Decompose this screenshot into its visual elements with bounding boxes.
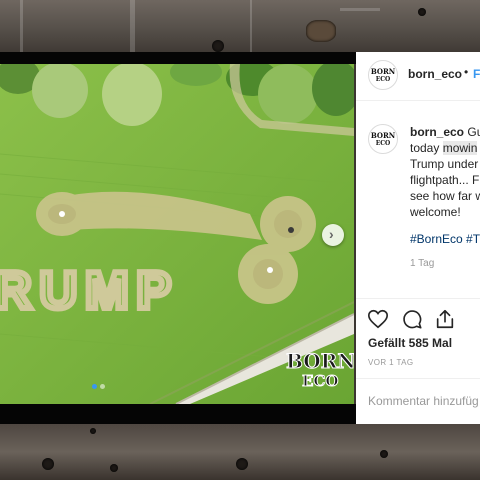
post-caption: born_eco Gu today mowin Trump under flig… [410, 124, 480, 220]
post-timestamp: VOR 1 TAG [368, 358, 414, 367]
background-frame-bottom [0, 424, 480, 480]
caption-line: see how far w [410, 189, 480, 203]
caption-line: mowin [442, 141, 478, 155]
svg-text:BORN: BORN [286, 349, 354, 373]
comment-icon[interactable] [401, 308, 423, 330]
post-header: BORN ECO born_eco • F [356, 52, 480, 101]
avatar[interactable]: BORN ECO [368, 60, 398, 90]
avatar-text-sub: ECO [375, 76, 391, 83]
likes-count[interactable]: Gefällt 585 Mal [368, 336, 452, 350]
next-photo-button[interactable]: › [322, 224, 344, 246]
background-frame-top [0, 0, 480, 52]
post-photo[interactable]: RUMP BORN ECO [0, 64, 354, 404]
caption-line: flightpath... F [410, 173, 480, 187]
avatar-text: BORN [370, 67, 396, 76]
caption-line: Gu [467, 125, 480, 139]
avatar-text: BORN [370, 131, 396, 140]
carousel-dots [92, 384, 105, 389]
carousel-dot [100, 384, 105, 389]
carousel-dot [92, 384, 97, 389]
chevron-right-icon: › [329, 226, 334, 242]
post-side-panel: BORN ECO born_eco • F BORN ECO born_eco … [356, 52, 480, 424]
header-username[interactable]: born_eco [408, 67, 462, 81]
viewer-bar-top [0, 52, 356, 64]
hashtags[interactable]: #BornEco #T [410, 232, 480, 246]
caption-age: 1 Tag [410, 258, 435, 269]
share-icon[interactable] [434, 308, 456, 330]
field-text: RUMP [0, 262, 179, 320]
comment-input[interactable]: Kommentar hinzufüg [368, 394, 479, 408]
caption-username[interactable]: born_eco [410, 125, 464, 139]
comment-avatar[interactable]: BORN ECO [368, 124, 398, 154]
svg-text:ECO: ECO [302, 372, 338, 390]
caption-line: welcome! [410, 205, 461, 219]
separator-dot: • [464, 65, 469, 79]
divider [356, 298, 480, 299]
follow-button[interactable]: F [473, 67, 480, 81]
viewer-bar-bottom [0, 404, 356, 424]
caption-line: Trump under [410, 157, 479, 171]
divider [356, 378, 480, 379]
heart-icon[interactable] [367, 308, 389, 330]
avatar-text-sub: ECO [375, 140, 391, 147]
caption-line: today [410, 141, 443, 155]
